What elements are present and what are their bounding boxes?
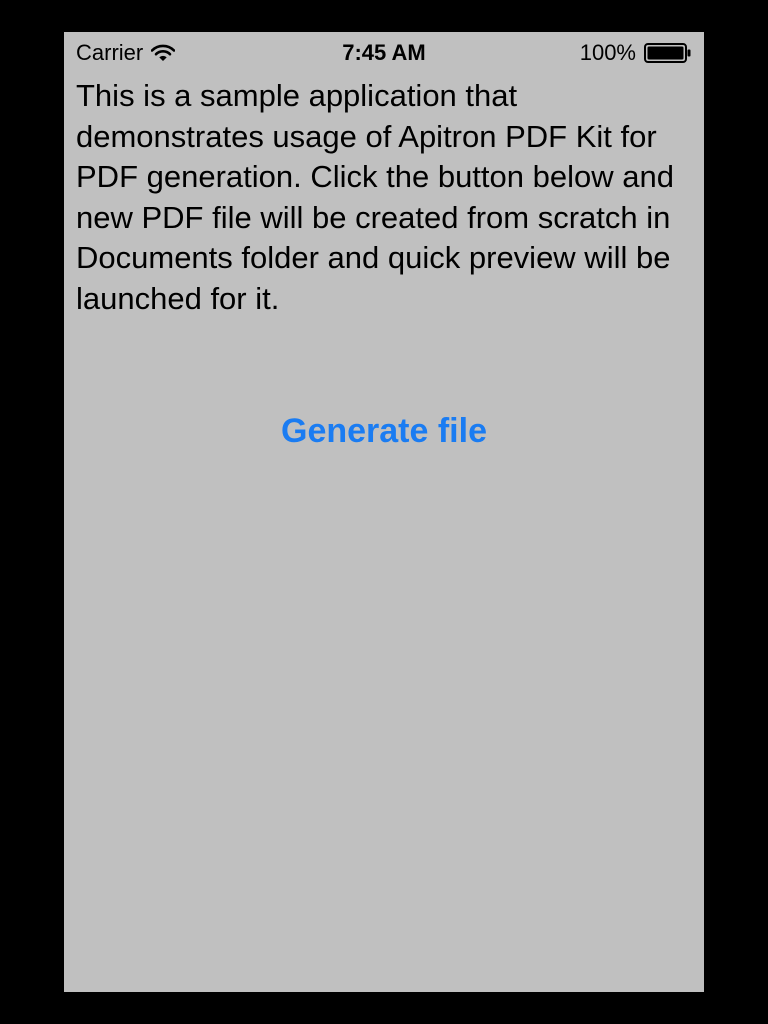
battery-percent: 100% xyxy=(579,40,636,65)
app-screen: Carrier 7:45 AM 100% This is a sample ap… xyxy=(64,32,704,992)
status-bar: Carrier 7:45 AM 100% xyxy=(64,32,704,72)
battery-icon xyxy=(644,43,692,63)
description-text: This is a sample application that demons… xyxy=(76,78,674,316)
battery-group: 100% xyxy=(580,40,692,66)
generate-file-button[interactable]: Generate file xyxy=(64,406,704,456)
